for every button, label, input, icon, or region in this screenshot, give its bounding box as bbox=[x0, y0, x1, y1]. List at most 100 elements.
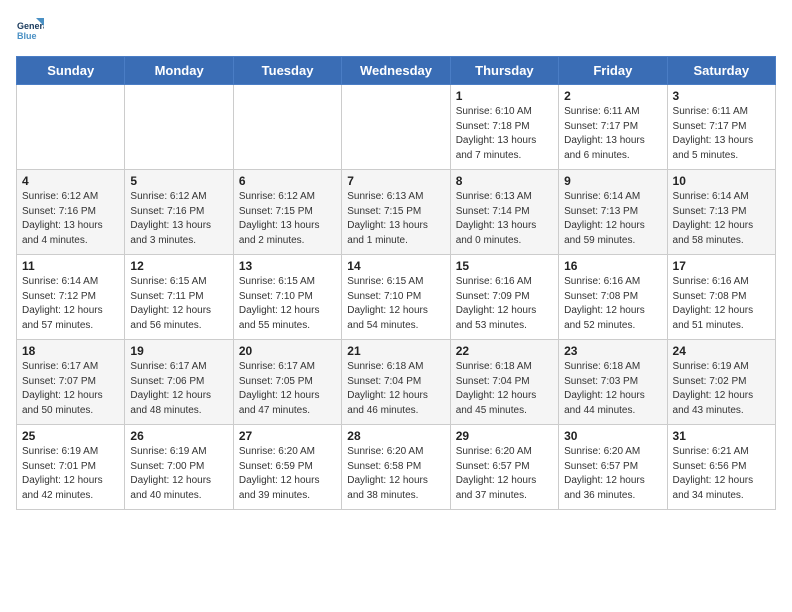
calendar-cell: 28 Sunrise: 6:20 AM Sunset: 6:58 PM Dayli… bbox=[342, 425, 450, 510]
day-info: Sunrise: 6:15 AM Sunset: 7:10 PM Dayligh… bbox=[347, 275, 444, 333]
day-number: 6 bbox=[239, 174, 336, 188]
calendar-body: 1Sunrise: 6:10 AM Sunset: 7:18 PM Daylig… bbox=[17, 85, 776, 510]
calendar-cell bbox=[17, 85, 125, 170]
calendar-cell: 10 Sunrise: 6:14 AM Sunset: 7:13 PM Dayli… bbox=[667, 170, 775, 255]
day-number: 14 bbox=[347, 259, 444, 273]
weekday-header-saturday: Saturday bbox=[667, 57, 775, 85]
day-info: Sunrise: 6:19 AM Sunset: 7:02 PM Dayligh… bbox=[673, 360, 770, 418]
day-number: 28 bbox=[347, 429, 444, 443]
day-info: Sunrise: 6:16 AM Sunset: 7:08 PM Dayligh… bbox=[564, 275, 661, 333]
day-number: 8 bbox=[456, 174, 553, 188]
weekday-header-thursday: Thursday bbox=[450, 57, 558, 85]
calendar-cell: 11Sunrise: 6:14 AM Sunset: 7:12 PM Dayli… bbox=[17, 255, 125, 340]
day-info: Sunrise: 6:18 AM Sunset: 7:04 PM Dayligh… bbox=[456, 360, 553, 418]
weekday-header-monday: Monday bbox=[125, 57, 233, 85]
day-number: 3 bbox=[673, 89, 770, 103]
svg-text:Blue: Blue bbox=[17, 31, 37, 41]
day-number: 20 bbox=[239, 344, 336, 358]
weekday-header-sunday: Sunday bbox=[17, 57, 125, 85]
calendar-week-4: 18 Sunrise: 6:17 AM Sunset: 7:07 PM Dayli… bbox=[17, 340, 776, 425]
day-number: 15 bbox=[456, 259, 553, 273]
day-number: 18 bbox=[22, 344, 119, 358]
day-info: Sunrise: 6:19 AM Sunset: 7:01 PM Dayligh… bbox=[22, 445, 119, 503]
calendar-cell: 6Sunrise: 6:12 AM Sunset: 7:15 PM Daylig… bbox=[233, 170, 341, 255]
calendar-cell: 19 Sunrise: 6:17 AM Sunset: 7:06 PM Dayli… bbox=[125, 340, 233, 425]
weekday-header-row: SundayMondayTuesdayWednesdayThursdayFrid… bbox=[17, 57, 776, 85]
day-info: Sunrise: 6:20 AM Sunset: 6:58 PM Dayligh… bbox=[347, 445, 444, 503]
day-info: Sunrise: 6:20 AM Sunset: 6:57 PM Dayligh… bbox=[456, 445, 553, 503]
day-info: Sunrise: 6:14 AM Sunset: 7:13 PM Dayligh… bbox=[673, 190, 770, 248]
day-number: 17 bbox=[673, 259, 770, 273]
calendar-cell: 4Sunrise: 6:12 AM Sunset: 7:16 PM Daylig… bbox=[17, 170, 125, 255]
calendar-table: SundayMondayTuesdayWednesdayThursdayFrid… bbox=[16, 56, 776, 510]
day-number: 22 bbox=[456, 344, 553, 358]
calendar-cell: 16 Sunrise: 6:16 AM Sunset: 7:08 PM Dayli… bbox=[559, 255, 667, 340]
calendar-cell bbox=[125, 85, 233, 170]
calendar-cell: 22 Sunrise: 6:18 AM Sunset: 7:04 PM Dayli… bbox=[450, 340, 558, 425]
day-number: 21 bbox=[347, 344, 444, 358]
day-info: Sunrise: 6:18 AM Sunset: 7:04 PM Dayligh… bbox=[347, 360, 444, 418]
calendar-week-1: 1Sunrise: 6:10 AM Sunset: 7:18 PM Daylig… bbox=[17, 85, 776, 170]
day-info: Sunrise: 6:14 AM Sunset: 7:12 PM Dayligh… bbox=[22, 275, 119, 333]
day-number: 30 bbox=[564, 429, 661, 443]
day-info: Sunrise: 6:16 AM Sunset: 7:08 PM Dayligh… bbox=[673, 275, 770, 333]
header: General Blue bbox=[16, 16, 776, 44]
day-info: Sunrise: 6:17 AM Sunset: 7:06 PM Dayligh… bbox=[130, 360, 227, 418]
day-info: Sunrise: 6:12 AM Sunset: 7:16 PM Dayligh… bbox=[22, 190, 119, 248]
day-info: Sunrise: 6:17 AM Sunset: 7:05 PM Dayligh… bbox=[239, 360, 336, 418]
logo-icon: General Blue bbox=[16, 16, 44, 44]
calendar-week-5: 25 Sunrise: 6:19 AM Sunset: 7:01 PM Dayli… bbox=[17, 425, 776, 510]
calendar-cell: 17 Sunrise: 6:16 AM Sunset: 7:08 PM Dayli… bbox=[667, 255, 775, 340]
day-info: Sunrise: 6:15 AM Sunset: 7:11 PM Dayligh… bbox=[130, 275, 227, 333]
day-info: Sunrise: 6:20 AM Sunset: 6:59 PM Dayligh… bbox=[239, 445, 336, 503]
calendar-header: SundayMondayTuesdayWednesdayThursdayFrid… bbox=[17, 57, 776, 85]
day-number: 7 bbox=[347, 174, 444, 188]
day-info: Sunrise: 6:16 AM Sunset: 7:09 PM Dayligh… bbox=[456, 275, 553, 333]
day-number: 25 bbox=[22, 429, 119, 443]
svg-text:General: General bbox=[17, 21, 44, 31]
calendar-cell: 7 Sunrise: 6:13 AM Sunset: 7:15 PM Daylig… bbox=[342, 170, 450, 255]
calendar-cell: 24 Sunrise: 6:19 AM Sunset: 7:02 PM Dayli… bbox=[667, 340, 775, 425]
day-number: 9 bbox=[564, 174, 661, 188]
day-info: Sunrise: 6:19 AM Sunset: 7:00 PM Dayligh… bbox=[130, 445, 227, 503]
day-info: Sunrise: 6:10 AM Sunset: 7:18 PM Dayligh… bbox=[456, 105, 553, 163]
day-number: 12 bbox=[130, 259, 227, 273]
calendar-cell: 29 Sunrise: 6:20 AM Sunset: 6:57 PM Dayli… bbox=[450, 425, 558, 510]
weekday-header-friday: Friday bbox=[559, 57, 667, 85]
weekday-header-wednesday: Wednesday bbox=[342, 57, 450, 85]
day-info: Sunrise: 6:17 AM Sunset: 7:07 PM Dayligh… bbox=[22, 360, 119, 418]
calendar-cell bbox=[342, 85, 450, 170]
calendar-cell: 8 Sunrise: 6:13 AM Sunset: 7:14 PM Daylig… bbox=[450, 170, 558, 255]
day-number: 23 bbox=[564, 344, 661, 358]
day-number: 19 bbox=[130, 344, 227, 358]
day-info: Sunrise: 6:11 AM Sunset: 7:17 PM Dayligh… bbox=[673, 105, 770, 163]
calendar-cell: 30Sunrise: 6:20 AM Sunset: 6:57 PM Dayli… bbox=[559, 425, 667, 510]
calendar-cell: 3 Sunrise: 6:11 AM Sunset: 7:17 PM Daylig… bbox=[667, 85, 775, 170]
day-number: 26 bbox=[130, 429, 227, 443]
calendar-week-2: 4Sunrise: 6:12 AM Sunset: 7:16 PM Daylig… bbox=[17, 170, 776, 255]
day-number: 13 bbox=[239, 259, 336, 273]
calendar-cell: 15 Sunrise: 6:16 AM Sunset: 7:09 PM Dayli… bbox=[450, 255, 558, 340]
day-number: 29 bbox=[456, 429, 553, 443]
weekday-header-tuesday: Tuesday bbox=[233, 57, 341, 85]
calendar-cell: 21 Sunrise: 6:18 AM Sunset: 7:04 PM Dayli… bbox=[342, 340, 450, 425]
day-number: 2 bbox=[564, 89, 661, 103]
day-info: Sunrise: 6:13 AM Sunset: 7:15 PM Dayligh… bbox=[347, 190, 444, 248]
day-number: 10 bbox=[673, 174, 770, 188]
day-number: 5 bbox=[130, 174, 227, 188]
day-number: 24 bbox=[673, 344, 770, 358]
calendar-cell: 13 Sunrise: 6:15 AM Sunset: 7:10 PM Dayli… bbox=[233, 255, 341, 340]
day-info: Sunrise: 6:13 AM Sunset: 7:14 PM Dayligh… bbox=[456, 190, 553, 248]
calendar-cell: 2Sunrise: 6:11 AM Sunset: 7:17 PM Daylig… bbox=[559, 85, 667, 170]
calendar-cell: 25 Sunrise: 6:19 AM Sunset: 7:01 PM Dayli… bbox=[17, 425, 125, 510]
calendar-cell: 18 Sunrise: 6:17 AM Sunset: 7:07 PM Dayli… bbox=[17, 340, 125, 425]
day-info: Sunrise: 6:18 AM Sunset: 7:03 PM Dayligh… bbox=[564, 360, 661, 418]
calendar-cell: 5Sunrise: 6:12 AM Sunset: 7:16 PM Daylig… bbox=[125, 170, 233, 255]
calendar-cell: 1Sunrise: 6:10 AM Sunset: 7:18 PM Daylig… bbox=[450, 85, 558, 170]
day-info: Sunrise: 6:15 AM Sunset: 7:10 PM Dayligh… bbox=[239, 275, 336, 333]
day-number: 16 bbox=[564, 259, 661, 273]
day-number: 27 bbox=[239, 429, 336, 443]
calendar-cell: 20 Sunrise: 6:17 AM Sunset: 7:05 PM Dayli… bbox=[233, 340, 341, 425]
calendar-cell: 12 Sunrise: 6:15 AM Sunset: 7:11 PM Dayli… bbox=[125, 255, 233, 340]
day-number: 31 bbox=[673, 429, 770, 443]
